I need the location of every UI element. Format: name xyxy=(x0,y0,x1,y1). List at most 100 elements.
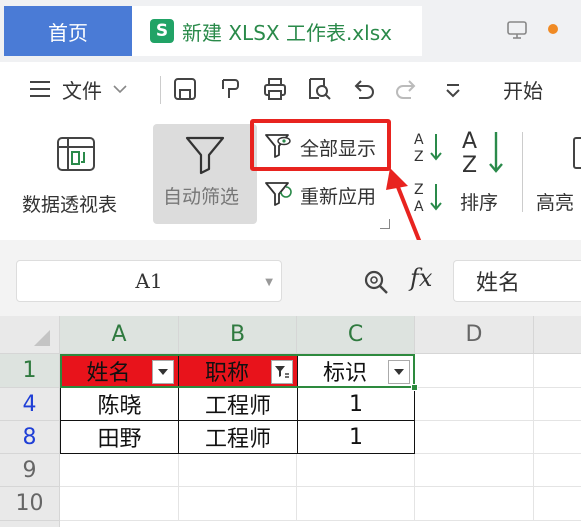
cell-a8[interactable]: 田野 xyxy=(60,420,179,454)
svg-text:Z: Z xyxy=(462,153,477,176)
menu-bar: 文件 开始 xyxy=(0,62,581,116)
file-menu-label: 文件 xyxy=(62,78,102,103)
filter-funnel-icon xyxy=(185,136,225,175)
ribbon-separator xyxy=(522,132,523,212)
cell-b1[interactable]: 职称 xyxy=(178,354,298,388)
row-header-9[interactable]: 9 xyxy=(0,454,60,487)
zoom-search-icon[interactable] xyxy=(362,268,390,296)
name-box-dropdown-icon[interactable]: ▼ xyxy=(265,277,273,288)
pivot-table-label: 数据透视表 xyxy=(22,194,118,216)
cell-b9[interactable] xyxy=(179,454,297,487)
column-header-c[interactable]: C xyxy=(297,316,415,354)
sort-button[interactable]: A Z 排序 xyxy=(456,122,512,224)
hamburger-icon xyxy=(30,81,50,97)
cell-a9[interactable] xyxy=(60,454,179,487)
cell-d10[interactable] xyxy=(415,487,534,521)
sort-icon: A Z xyxy=(462,129,503,176)
row-header-1[interactable]: 1 xyxy=(0,354,60,388)
row-header-8[interactable]: 8 xyxy=(0,421,60,454)
print-preview-icon[interactable] xyxy=(306,76,332,102)
dropdown-triangle-icon xyxy=(394,369,404,375)
cell-c10[interactable] xyxy=(297,487,415,521)
sort-ascending-icon[interactable]: A Z xyxy=(412,128,448,164)
menu-separator xyxy=(160,76,161,104)
cell-c1[interactable]: 标识 xyxy=(297,354,415,388)
document-title: 新建 XLSX 工作表.xlsx xyxy=(182,20,392,45)
cell-e1[interactable] xyxy=(534,354,581,388)
highlight-duplicates-button[interactable]: 高亮 xyxy=(536,122,581,224)
filter-dropdown-button[interactable] xyxy=(388,360,410,384)
svg-text:A: A xyxy=(462,129,477,154)
select-all-triangle-icon xyxy=(34,330,50,346)
spreadsheet-logo-icon: S xyxy=(150,19,174,43)
row-header-4[interactable]: 4 xyxy=(0,388,60,421)
cell-text: 姓名 xyxy=(86,361,131,386)
sort-descending-icon[interactable]: Z A xyxy=(412,178,448,214)
tab-home[interactable]: 首页 xyxy=(4,6,132,56)
autofilter-label: 自动筛选 xyxy=(163,186,240,208)
column-header-a[interactable]: A xyxy=(60,316,179,354)
redo-icon[interactable] xyxy=(394,76,420,102)
cell-c4[interactable]: 1 xyxy=(297,387,415,421)
cell-e8[interactable] xyxy=(534,421,581,454)
highlight-box xyxy=(250,119,391,171)
cell-text: 标识 xyxy=(322,361,367,386)
formula-value: 姓名 xyxy=(476,271,521,296)
cell-c8[interactable]: 1 xyxy=(297,420,415,454)
cell-d1[interactable] xyxy=(415,354,534,388)
pivot-table-button[interactable]: 数据透视表 xyxy=(18,124,136,224)
svg-text:A: A xyxy=(414,199,424,214)
svg-text:Z: Z xyxy=(414,149,424,164)
cell-b4[interactable]: 工程师 xyxy=(178,387,298,421)
print-icon[interactable] xyxy=(262,76,288,102)
cell-c9[interactable] xyxy=(297,454,415,487)
fill-handle[interactable] xyxy=(411,384,418,391)
cell-b10[interactable] xyxy=(179,487,297,521)
highlight-icon xyxy=(573,137,581,169)
notification-dot-icon xyxy=(548,24,558,34)
reapply-label: 重新应用 xyxy=(300,186,377,208)
formula-bar: A1 ▼ fx 姓名 xyxy=(0,240,581,316)
cell-d9[interactable] xyxy=(415,454,534,487)
filter-active-icon xyxy=(275,366,289,378)
name-box-value: A1 xyxy=(135,269,163,293)
autofilter-button[interactable]: 自动筛选 xyxy=(153,124,257,224)
cell-e4[interactable] xyxy=(534,388,581,421)
file-menu[interactable]: 文件 xyxy=(28,62,130,116)
filter-active-button[interactable] xyxy=(271,360,293,384)
column-header-b[interactable]: B xyxy=(179,316,297,354)
cell-a1[interactable]: 姓名 xyxy=(60,354,179,388)
save-icon[interactable] xyxy=(172,76,198,102)
highlight-label: 高亮 xyxy=(536,192,575,214)
cell-e10[interactable] xyxy=(534,487,581,521)
select-all-corner[interactable] xyxy=(0,316,60,354)
title-bar: 首页 S 新建 XLSX 工作表.xlsx xyxy=(0,0,581,62)
ribbon: 数据透视表 自动筛选 全部显示 重新应用 A Z Z A A Z 排序 高亮 xyxy=(0,116,581,279)
tab-start[interactable]: 开始 xyxy=(503,62,543,116)
cell-b8[interactable]: 工程师 xyxy=(178,420,298,454)
cell-e9[interactable] xyxy=(534,454,581,487)
cell-a4[interactable]: 陈晓 xyxy=(60,387,179,421)
filter-dropdown-button[interactable] xyxy=(152,360,174,384)
row-header-11[interactable] xyxy=(0,521,60,527)
spreadsheet-grid: A B C D 1 姓名 职称 标识 4 陈晓 工程师 1 8 田野 工程师 1… xyxy=(0,316,581,527)
tab-document[interactable]: S 新建 XLSX 工作表.xlsx xyxy=(132,6,422,56)
insert-function-icon[interactable]: fx xyxy=(410,264,432,292)
row-header-10[interactable]: 10 xyxy=(0,487,60,521)
cell-d4[interactable] xyxy=(415,388,534,421)
undo-icon[interactable] xyxy=(350,76,376,102)
formula-input[interactable]: 姓名 xyxy=(453,260,581,302)
cell-d8[interactable] xyxy=(415,421,534,454)
column-header-d[interactable]: D xyxy=(415,316,534,354)
dropdown-triangle-icon xyxy=(158,369,168,375)
quick-access-dropdown-icon[interactable] xyxy=(440,78,466,104)
reapply-button[interactable]: 重新应用 xyxy=(262,176,388,212)
window-icon[interactable] xyxy=(505,20,529,40)
cell-a10[interactable] xyxy=(60,487,179,521)
column-header-e[interactable] xyxy=(534,316,581,354)
pivot-table-icon xyxy=(57,137,95,171)
filter-reapply-icon xyxy=(265,182,292,206)
format-painter-icon[interactable] xyxy=(218,76,244,102)
name-box[interactable]: A1 ▼ xyxy=(16,260,282,302)
sort-label: 排序 xyxy=(460,192,499,214)
